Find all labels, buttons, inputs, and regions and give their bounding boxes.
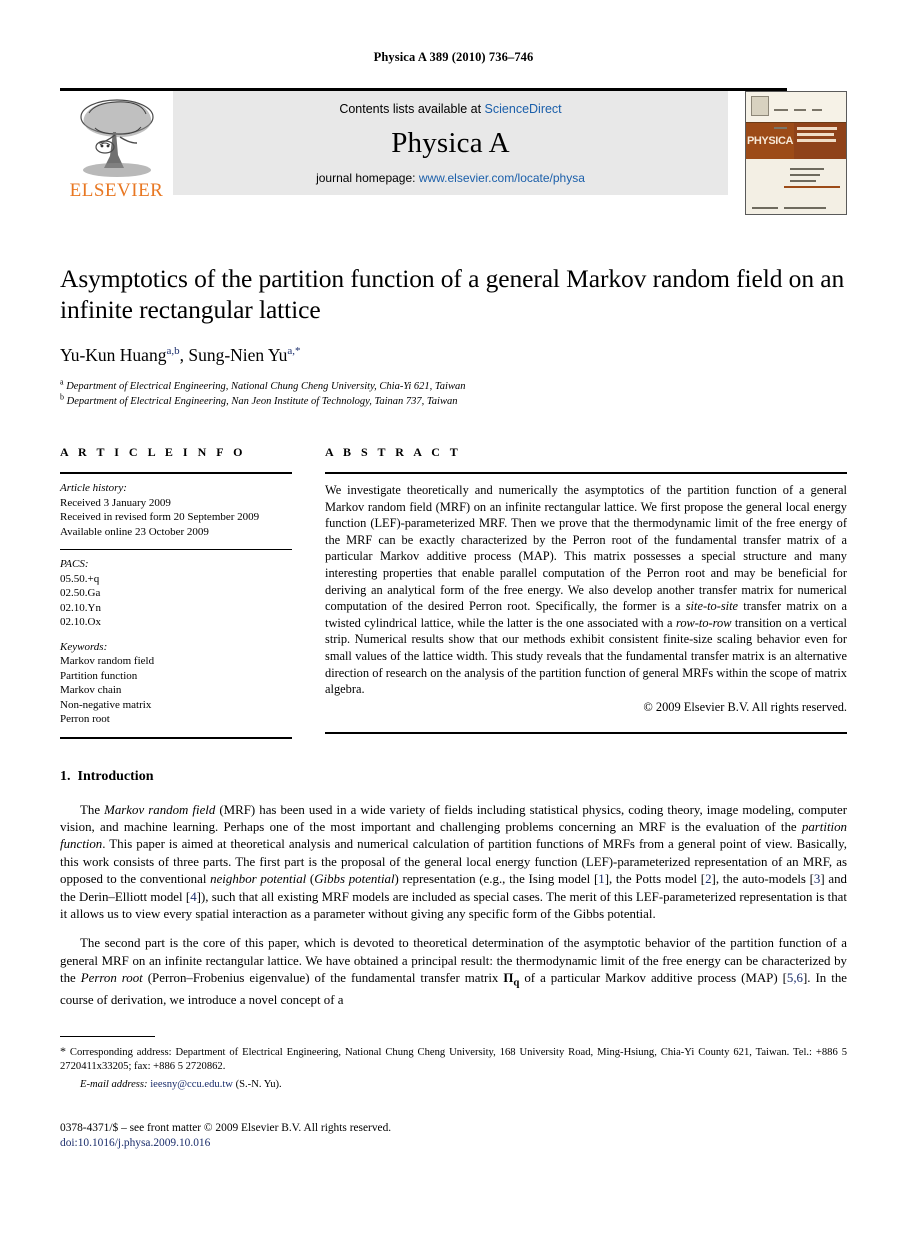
journal-masthead: ELSEVIER Contents lists available at Sci… [60, 88, 847, 215]
page-title: Asymptotics of the partition function of… [60, 264, 845, 324]
history-revised: Received in revised form 20 September 20… [60, 511, 260, 523]
cover-header-lines [774, 98, 842, 134]
p1-seg-e: ) representation (e.g., the Ising model … [394, 872, 599, 887]
history-online: Available online 23 October 2009 [60, 525, 209, 538]
p2-em-perron-root: Perron root [80, 971, 143, 986]
affiliation-a: a Department of Electrical Engineering, … [60, 377, 847, 394]
elsevier-tree-icon [79, 99, 154, 177]
affiliation-a-marker: a [60, 377, 64, 387]
p1-em-neighbor-potential: neighbor potential [210, 872, 307, 887]
section-heading-introduction: 1. Introduction [60, 769, 847, 785]
p1-em-gibbs-potential: Gibbs potential [314, 872, 395, 887]
info-abstract-columns: A R T I C L E I N F O Article history: R… [60, 445, 847, 739]
pacs-item: 05.50.+q [60, 572, 100, 585]
keyword-item: Markov chain [60, 684, 122, 696]
article-history-label: Article history: [60, 482, 127, 494]
author-2-affiliation-marker: a, [287, 345, 295, 358]
author-1-affiliation-marker: a,b [166, 345, 180, 358]
cover-footer [752, 207, 840, 209]
p1-seg-a: The [80, 802, 105, 817]
keyword-item: Perron root [60, 713, 110, 725]
journal-title: Physica A [391, 127, 510, 159]
pacs-block: PACS: 05.50.+q 02.50.Ga 02.10.Yn 02.10.O… [60, 550, 292, 640]
abstract-copyright: © 2009 Elsevier B.V. All rights reserved… [643, 699, 847, 714]
homepage-prefix: journal homepage: [316, 171, 419, 185]
keywords-label: Keywords: [60, 640, 108, 653]
article-info-heading: A R T I C L E I N F O [60, 445, 246, 459]
p2-seg-c: of a particular Markov additive process … [519, 971, 787, 986]
email-address-label: E-mail address: [80, 1078, 148, 1090]
p2-seg-b: (Perron–Frobenius eigenvalue) of the fun… [142, 971, 504, 986]
author-list: Yu-Kun Huanga,b, Sung-Nien Yua,* [60, 345, 847, 366]
affiliation-b: b Department of Electrical Engineering, … [60, 392, 847, 409]
keywords-block: Keywords: Markov random field Partition … [60, 640, 292, 737]
keyword-item: Non-negative matrix [60, 698, 152, 711]
contents-prefix: Contents lists available at [339, 102, 485, 116]
p1-seg-g: ], the auto-models [ [711, 872, 814, 887]
email-owner: (S.-N. Yu). [232, 1078, 282, 1090]
pacs-item: 02.50.Ga [60, 587, 101, 599]
history-received: Received 3 January 2009 [60, 496, 171, 509]
abstract-column: A B S T R A C T We investigate theoretic… [325, 445, 847, 739]
pacs-item: 02.10.Ox [60, 616, 101, 628]
journal-homepage-link[interactable]: www.elsevier.com/locate/physa [419, 171, 585, 185]
paragraph-1: The Markov random field (MRF) has been u… [60, 802, 847, 924]
footnote-corresponding-address: * Corresponding address: Department of E… [60, 1044, 847, 1075]
keyword-item: Partition function [60, 669, 138, 682]
abstract-text: We investigate theoretically and numeric… [325, 474, 847, 698]
footnote-email: E-mail address: ieesny@ccu.edu.tw (S.-N.… [60, 1078, 847, 1093]
pacs-label: PACS: [60, 558, 89, 570]
abstract-heading: A B S T R A C T [325, 445, 462, 459]
contents-available-line: Contents lists available at ScienceDirec… [339, 102, 561, 116]
article-history-block: Article history: Received 3 January 2009… [60, 474, 292, 549]
sciencedirect-link[interactable]: ScienceDirect [485, 102, 562, 116]
section-number: 1. [60, 768, 71, 784]
running-head: Physica A 389 (2010) 736–746 [373, 50, 534, 64]
article-info-column: A R T I C L E I N F O Article history: R… [60, 445, 292, 739]
abstract-part-1: We investigate theoretically and numeric… [325, 483, 847, 614]
abstract-bottom-rule [325, 731, 847, 734]
abstract-emphasis-1: site-to-site [685, 599, 739, 614]
p2-matrix-symbol: Π [503, 971, 514, 986]
elsevier-wordmark: ELSEVIER [69, 180, 164, 201]
abstract-emphasis-2: row-to-row [675, 615, 732, 630]
corresponding-author-marker: * [295, 345, 301, 358]
cover-editor-lines [746, 159, 846, 188]
email-link[interactable]: ieesny@ccu.edu.tw [150, 1079, 233, 1090]
footnote-rule [60, 1035, 155, 1037]
paper-page: Physica A 389 (2010) 736–746 ELSEVIER Co… [0, 0, 907, 1238]
section-title-text: Introduction [77, 768, 154, 784]
p1-seg-f: ], the Potts model [ [604, 872, 706, 887]
paragraph-2: The second part is the core of this pape… [60, 935, 847, 1009]
affiliation-b-marker: b [60, 392, 64, 402]
author-2: Sung-Nien Yu [188, 345, 288, 365]
cover-divider [784, 186, 840, 188]
author-1: Yu-Kun Huang [60, 345, 167, 365]
front-matter-line: 0378-4371/$ – see front matter © 2009 El… [60, 1122, 392, 1134]
elsevier-logo: ELSEVIER [60, 91, 173, 215]
masthead-center: Contents lists available at ScienceDirec… [173, 91, 728, 195]
p1-em-markov-random-field: Markov random field [104, 802, 216, 817]
keyword-item: Markov random field [60, 655, 155, 667]
pacs-item: 02.10.Yn [60, 601, 101, 614]
affiliation-b-text: Department of Electrical Engineering, Na… [66, 396, 458, 407]
affiliation-a-text: Department of Electrical Engineering, Na… [66, 381, 466, 392]
citation-5-6[interactable]: 5,6 [787, 971, 803, 985]
journal-homepage-line: journal homepage: www.elsevier.com/locat… [316, 171, 585, 185]
doi-link[interactable]: doi:10.1016/j.physa.2009.10.016 [60, 1136, 391, 1151]
issn-doi-block: 0378-4371/$ – see front matter © 2009 El… [60, 1121, 391, 1151]
cover-header [746, 92, 846, 129]
article-info-bottom-rule [60, 736, 292, 739]
journal-cover-thumbnail: PHYSICA [745, 91, 847, 215]
cover-publisher-logo-icon [751, 96, 769, 116]
affiliations: a Department of Electrical Engineering, … [60, 377, 847, 409]
footnote-corresponding-text: Corresponding address: Department of Ele… [60, 1046, 847, 1073]
